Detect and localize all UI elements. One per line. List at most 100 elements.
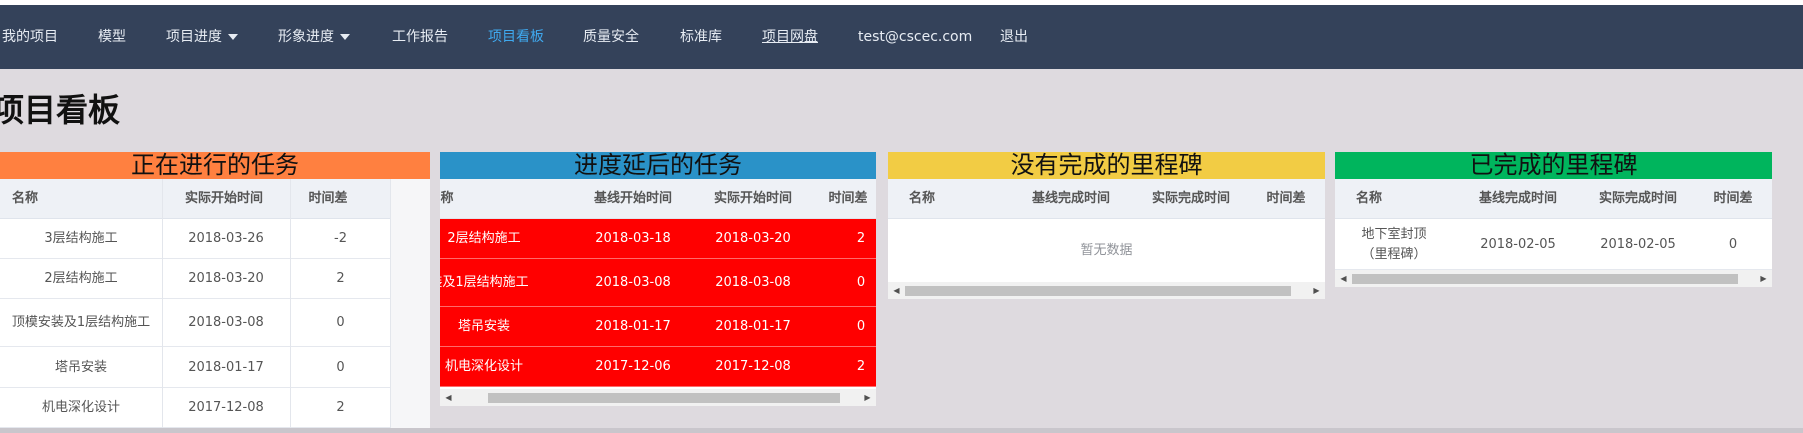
bottom-border: [0, 428, 1803, 433]
actual-start: 2017-12-08: [715, 359, 791, 374]
baseline-finish: 2018-02-05: [1480, 236, 1556, 252]
column-header[interactable]: 时间差: [1705, 179, 1761, 219]
column-header[interactable]: 基线完成时间: [1465, 179, 1571, 219]
panel-incomplete-milestones: 没有完成的里程碑 名称 基线完成时间 实际完成时间 时间差 暂无数据 ◀ ▶: [888, 152, 1325, 299]
column-header[interactable]: 时间差: [290, 179, 366, 219]
nav-model[interactable]: 模型: [98, 5, 126, 69]
task-name: 塔吊安装: [457, 319, 510, 334]
baseline-start: 2018-01-17: [595, 319, 671, 334]
actual-start: 2017-12-08: [188, 400, 264, 415]
task-name: 机电深化设计: [41, 400, 120, 415]
table-row[interactable]: 机电深化设计 2017-12-06 2017-12-08 2: [440, 347, 876, 387]
column-header[interactable]: 名称: [902, 179, 942, 219]
table-row[interactable]: 塔吊安装 2018-01-17 2018-01-17 0: [440, 307, 876, 347]
in-progress-table: 名称 实际开始时间 时间差 3层结构施工 2018-03-26 -2 2层结构施…: [0, 179, 430, 428]
actual-start: 2018-03-08: [188, 315, 264, 330]
scrollbar-thumb[interactable]: [1352, 274, 1738, 284]
actual-start: 2018-03-08: [715, 275, 791, 290]
table-header: 称 基线开始时间 实际开始时间 时间差: [440, 179, 876, 219]
actual-start: 2018-03-26: [188, 231, 264, 246]
column-divider: [390, 179, 391, 428]
panel-title: 已完成的里程碑: [1335, 152, 1772, 179]
task-name: 2层结构施工: [44, 271, 118, 286]
scrollbar-thumb[interactable]: [488, 393, 840, 403]
time-diff: 2: [336, 271, 345, 286]
nav-project-drive[interactable]: 项目网盘: [762, 5, 818, 69]
scroll-left-icon[interactable]: ◀: [1335, 270, 1352, 287]
scroll-left-icon[interactable]: ◀: [888, 282, 905, 299]
chevron-down-icon: [340, 34, 350, 40]
table-row[interactable]: 模安装及1层结构施工 2018-03-08 2018-03-08 0: [440, 259, 876, 307]
column-header[interactable]: 称: [440, 179, 454, 219]
table-row[interactable]: 塔吊安装 2018-01-17 0: [0, 347, 391, 388]
time-diff: 2: [336, 400, 345, 415]
milestone-name: 地下室封顶（里程碑）: [1361, 226, 1427, 262]
table-header: 名称 基线完成时间 实际完成时间 时间差: [888, 179, 1325, 219]
table-row[interactable]: 2层结构施工 2018-03-18 2018-03-20 2: [440, 219, 876, 259]
task-name: 3层结构施工: [44, 231, 118, 246]
horizontal-scrollbar[interactable]: ◀ ▶: [440, 389, 876, 406]
baseline-start: 2017-12-06: [595, 359, 671, 374]
time-diff: 2: [856, 359, 866, 374]
table-row[interactable]: 2层结构施工 2018-03-20 2: [0, 259, 391, 299]
empty-state-text: 暂无数据: [1080, 242, 1133, 258]
baseline-start: 2018-03-08: [595, 275, 671, 290]
time-diff: 0: [856, 319, 866, 334]
column-header[interactable]: 基线开始时间: [580, 179, 686, 219]
nav-user-email[interactable]: test@cscec.com: [858, 5, 972, 69]
nav-my-projects[interactable]: 我的项目: [2, 5, 58, 69]
table-row[interactable]: 机电深化设计 2017-12-08 2: [0, 388, 391, 428]
time-diff: 0: [1728, 236, 1738, 252]
panel-title: 进度延后的任务: [440, 152, 876, 179]
column-header[interactable]: 实际开始时间: [700, 179, 806, 219]
scroll-left-icon[interactable]: ◀: [440, 389, 457, 406]
baseline-start: 2018-03-18: [595, 231, 671, 246]
table-header: 名称 实际开始时间 时间差: [0, 179, 391, 219]
horizontal-scrollbar[interactable]: ◀ ▶: [1335, 270, 1772, 287]
column-divider: [290, 179, 291, 428]
actual-start: 2018-03-20: [188, 271, 264, 286]
column-divider: [162, 179, 163, 428]
nav-work-report[interactable]: 工作报告: [392, 5, 448, 69]
panel-completed-milestones: 已完成的里程碑 名称 基线完成时间 实际完成时间 时间差 地下室封顶（里程碑） …: [1335, 152, 1772, 287]
actual-start: 2018-01-17: [188, 359, 264, 375]
actual-finish: 2018-02-05: [1600, 236, 1676, 252]
nav-standard-library[interactable]: 标准库: [680, 5, 722, 69]
column-header[interactable]: 实际完成时间: [1585, 179, 1691, 219]
scrollbar-thumb[interactable]: [905, 286, 1291, 296]
scroll-right-icon[interactable]: ▶: [1308, 282, 1325, 299]
nav-project-board[interactable]: 项目看板: [488, 5, 544, 69]
page-title: 项目看板: [0, 91, 121, 129]
time-diff: 0: [336, 315, 345, 330]
task-name: 顶模安装及1层结构施工: [11, 315, 151, 330]
actual-start: 2018-01-17: [715, 319, 791, 334]
nav-visual-progress[interactable]: 形象进度: [278, 5, 350, 69]
column-header[interactable]: 实际完成时间: [1138, 179, 1244, 219]
scroll-right-icon[interactable]: ▶: [1755, 270, 1772, 287]
nav-quality-safety[interactable]: 质量安全: [583, 5, 639, 69]
nav-logout[interactable]: 退出: [1000, 5, 1028, 69]
scroll-right-icon[interactable]: ▶: [859, 389, 876, 406]
chevron-down-icon: [228, 34, 238, 40]
table-row[interactable]: 地下室封顶（里程碑） 2018-02-05 2018-02-05 0: [1335, 219, 1772, 270]
task-name: 2层结构施工: [447, 231, 521, 246]
panel-delayed-tasks: 进度延后的任务 称 基线开始时间 实际开始时间 时间差 2层结构施工 2018-…: [440, 152, 876, 406]
column-header[interactable]: 名称: [0, 179, 50, 219]
actual-start: 2018-03-20: [715, 231, 791, 246]
column-header[interactable]: 时间差: [820, 179, 876, 219]
horizontal-scrollbar[interactable]: ◀ ▶: [888, 282, 1325, 299]
column-header[interactable]: 基线完成时间: [1018, 179, 1124, 219]
time-diff: 2: [856, 231, 866, 246]
table-header: 名称 基线完成时间 实际完成时间 时间差: [1335, 179, 1772, 219]
column-header[interactable]: 时间差: [1258, 179, 1314, 219]
time-diff: 0: [856, 275, 866, 290]
column-header[interactable]: 名称: [1349, 179, 1389, 219]
delayed-table: 称 基线开始时间 实际开始时间 时间差 2层结构施工 2018-03-18 20…: [440, 179, 876, 389]
nav-project-progress[interactable]: 项目进度: [166, 5, 238, 69]
table-row[interactable]: 顶模安装及1层结构施工 2018-03-08 0: [0, 299, 391, 347]
panel-in-progress-tasks: 正在进行的任务 名称 实际开始时间 时间差 3层结构施工 2018-03-26 …: [0, 152, 430, 428]
completed-milestones-table: 名称 基线完成时间 实际完成时间 时间差 地下室封顶（里程碑） 2018-02-…: [1335, 179, 1772, 270]
table-row[interactable]: 3层结构施工 2018-03-26 -2: [0, 219, 391, 259]
column-header[interactable]: 实际开始时间: [162, 179, 286, 219]
panel-title: 正在进行的任务: [0, 152, 430, 179]
